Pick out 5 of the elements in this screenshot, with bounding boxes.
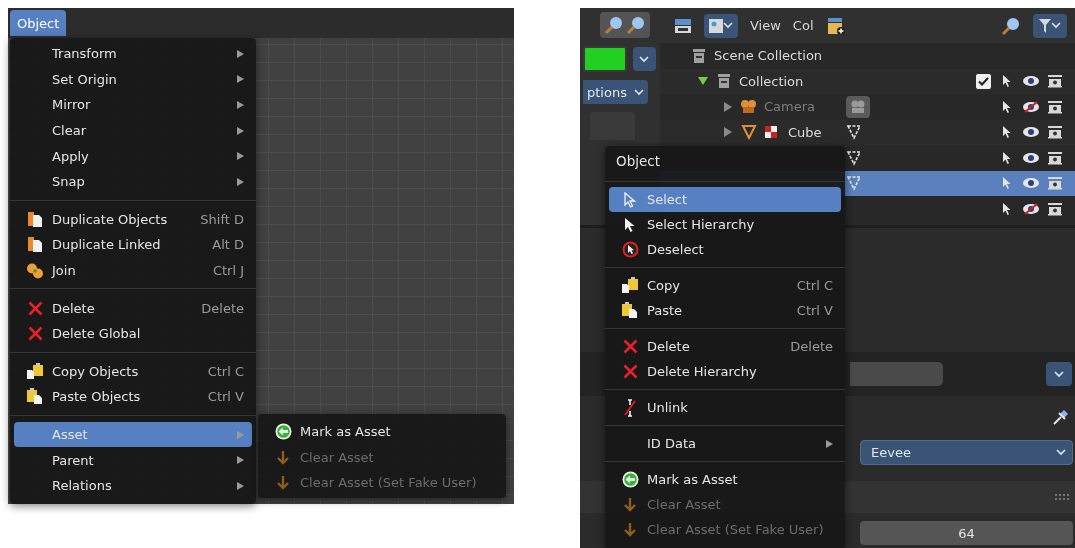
menu-title: Object [615, 152, 661, 171]
item-name: Cube [788, 124, 823, 140]
item-name: Collection [739, 73, 805, 89]
item-name: Scene Collection [714, 48, 823, 64]
item-name: Camera [764, 99, 817, 115]
